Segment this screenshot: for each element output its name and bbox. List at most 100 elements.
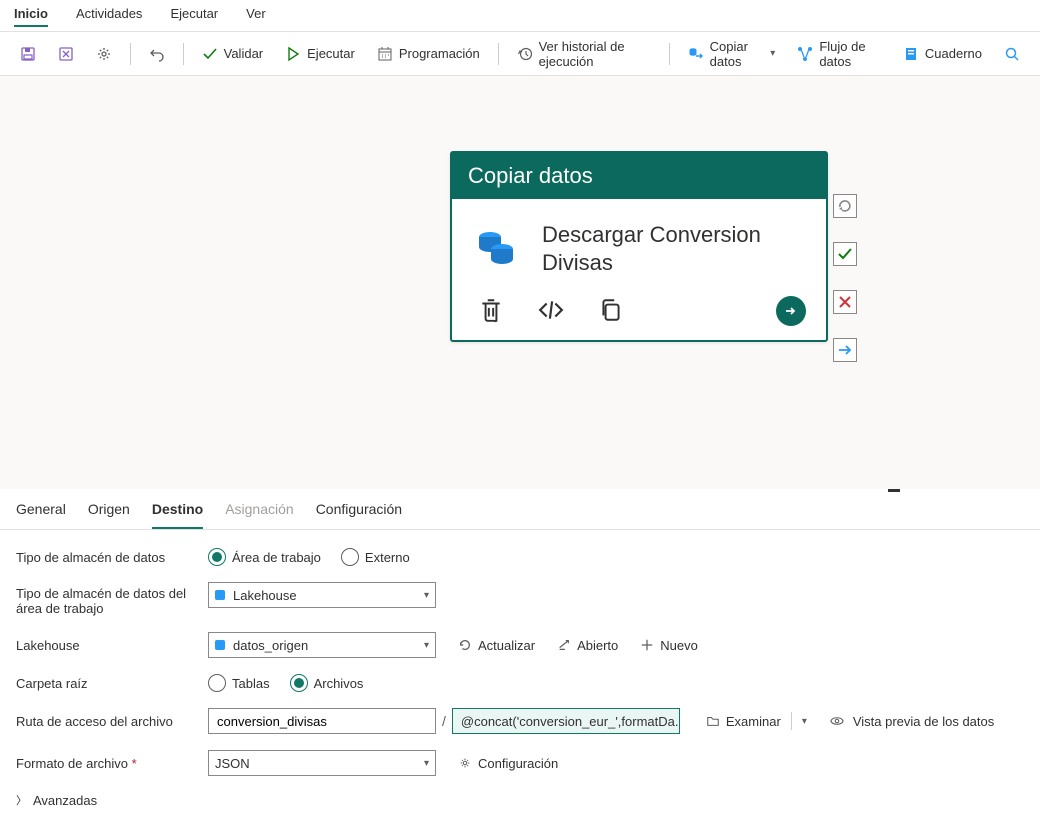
- save-icon: [20, 46, 36, 62]
- new-button[interactable]: Nuevo: [640, 638, 698, 653]
- port-retry[interactable]: [833, 194, 857, 218]
- menu-item-actividades[interactable]: Actividades: [76, 6, 142, 27]
- discard-button[interactable]: [50, 42, 82, 66]
- menu-item-inicio[interactable]: Inicio: [14, 6, 48, 27]
- schedule-label: Programación: [399, 46, 480, 61]
- format-config-button[interactable]: Configuración: [458, 756, 558, 771]
- lakehouse-value: datos_origen: [233, 638, 308, 653]
- path-separator: /: [442, 713, 446, 729]
- activity-card[interactable]: Copiar datos Descargar Conversion Divisa…: [450, 151, 828, 342]
- chevron-down-icon: ▾: [424, 758, 429, 769]
- radio-workspace[interactable]: Área de trabajo: [208, 548, 321, 566]
- ws-store-type-value: Lakehouse: [233, 588, 297, 603]
- format-config-label: Configuración: [478, 756, 558, 771]
- copy-data-icon: [688, 46, 704, 62]
- delete-icon[interactable]: [478, 297, 504, 326]
- advanced-label: Avanzadas: [33, 793, 97, 808]
- chevron-down-icon: ▾: [770, 48, 775, 59]
- ws-store-type-label: Tipo de almacén de datos del área de tra…: [16, 582, 208, 616]
- radio-external[interactable]: Externo: [341, 548, 410, 566]
- copy-data-label: Copiar datos: [710, 39, 763, 69]
- calendar-icon: [377, 46, 393, 62]
- lakehouse-combo[interactable]: datos_origen ▾: [208, 632, 436, 658]
- tab-destination[interactable]: Destino: [152, 501, 203, 529]
- store-type-radio-group: Área de trabajo Externo: [208, 548, 410, 566]
- tab-mapping[interactable]: Asignación: [225, 501, 294, 529]
- chevron-down-icon: ▾: [424, 590, 429, 601]
- menu-item-ejecutar[interactable]: Ejecutar: [170, 6, 218, 27]
- tab-source[interactable]: Origen: [88, 501, 130, 529]
- run-activity-button[interactable]: [776, 296, 806, 326]
- check-icon: [202, 46, 218, 62]
- open-label: Abierto: [577, 638, 618, 653]
- search-button[interactable]: [996, 42, 1028, 66]
- port-success[interactable]: [833, 242, 857, 266]
- notebook-label: Cuaderno: [925, 46, 982, 61]
- code-icon[interactable]: [538, 297, 564, 326]
- notebook-button[interactable]: Cuaderno: [895, 42, 990, 66]
- radio-icon: [208, 548, 226, 566]
- copy-icon[interactable]: [598, 297, 624, 326]
- activity-footer: [452, 292, 826, 340]
- history-icon: [517, 46, 533, 62]
- separator: [498, 43, 499, 65]
- new-label: Nuevo: [660, 638, 698, 653]
- pipeline-canvas[interactable]: Copiar datos Descargar Conversion Divisa…: [0, 76, 1040, 489]
- activity-header: Copiar datos: [452, 153, 826, 199]
- radio-icon: [341, 548, 359, 566]
- ws-store-type-combo[interactable]: Lakehouse ▾: [208, 582, 436, 608]
- save-button[interactable]: [12, 42, 44, 66]
- chevron-down-icon: ▾: [424, 640, 429, 651]
- toolbar: Validar Ejecutar Programación Ver histor…: [0, 32, 1040, 76]
- separator: [669, 43, 670, 65]
- radio-workspace-label: Área de trabajo: [232, 550, 321, 565]
- browse-button[interactable]: Examinar: [702, 714, 785, 729]
- discard-icon: [58, 46, 74, 62]
- validate-button[interactable]: Validar: [194, 42, 272, 66]
- file-format-combo[interactable]: JSON ▾: [208, 750, 436, 776]
- copy-data-button[interactable]: Copiar datos ▾: [680, 35, 784, 73]
- port-fail[interactable]: [833, 290, 857, 314]
- settings-button[interactable]: [88, 42, 120, 66]
- lakehouse-label: Lakehouse: [16, 638, 208, 653]
- run-label: Ejecutar: [307, 46, 355, 61]
- file-path-expr-input[interactable]: @concat('conversion_eur_',formatDa...: [452, 708, 680, 734]
- refresh-button[interactable]: Actualizar: [458, 638, 535, 653]
- advanced-toggle[interactable]: 〉 Avanzadas: [16, 792, 1024, 808]
- radio-files-label: Archivos: [314, 676, 364, 691]
- separator: [183, 43, 184, 65]
- radio-files[interactable]: Archivos: [290, 674, 364, 692]
- radio-icon: [290, 674, 308, 692]
- undo-button[interactable]: [141, 42, 173, 66]
- detail-tabs: General Origen Destino Asignación Config…: [0, 489, 1040, 530]
- dataflow-button[interactable]: Flujo de datos: [789, 35, 889, 73]
- tab-config[interactable]: Configuración: [316, 501, 402, 529]
- separator: [791, 712, 792, 730]
- schedule-button[interactable]: Programación: [369, 42, 488, 66]
- menu-item-ver[interactable]: Ver: [246, 6, 266, 27]
- file-path-label: Ruta de acceso del archivo: [16, 714, 208, 729]
- dataflow-label: Flujo de datos: [819, 39, 881, 69]
- chevron-right-icon: 〉: [16, 792, 27, 808]
- open-button[interactable]: Abierto: [557, 638, 618, 653]
- selection-marker: [888, 489, 900, 492]
- file-path-dir-input[interactable]: [208, 708, 436, 734]
- radio-external-label: Externo: [365, 550, 410, 565]
- activity-body: Descargar Conversion Divisas: [452, 199, 826, 292]
- history-label: Ver historial de ejecución: [539, 39, 651, 69]
- port-skip[interactable]: [833, 338, 857, 362]
- validate-label: Validar: [224, 46, 264, 61]
- notebook-icon: [903, 46, 919, 62]
- menu-bar: Inicio Actividades Ejecutar Ver: [0, 0, 1040, 32]
- history-button[interactable]: Ver historial de ejecución: [509, 35, 659, 73]
- required-indicator: *: [132, 756, 137, 771]
- lakehouse-icon: [215, 640, 225, 650]
- browse-label: Examinar: [726, 714, 781, 729]
- activity-title: Descargar Conversion Divisas: [542, 221, 806, 276]
- browse-dropdown[interactable]: ▾: [798, 716, 811, 727]
- radio-tables[interactable]: Tablas: [208, 674, 270, 692]
- radio-icon: [208, 674, 226, 692]
- run-button[interactable]: Ejecutar: [277, 42, 363, 66]
- preview-button[interactable]: Vista previa de los datos: [829, 714, 994, 729]
- tab-general[interactable]: General: [16, 501, 66, 529]
